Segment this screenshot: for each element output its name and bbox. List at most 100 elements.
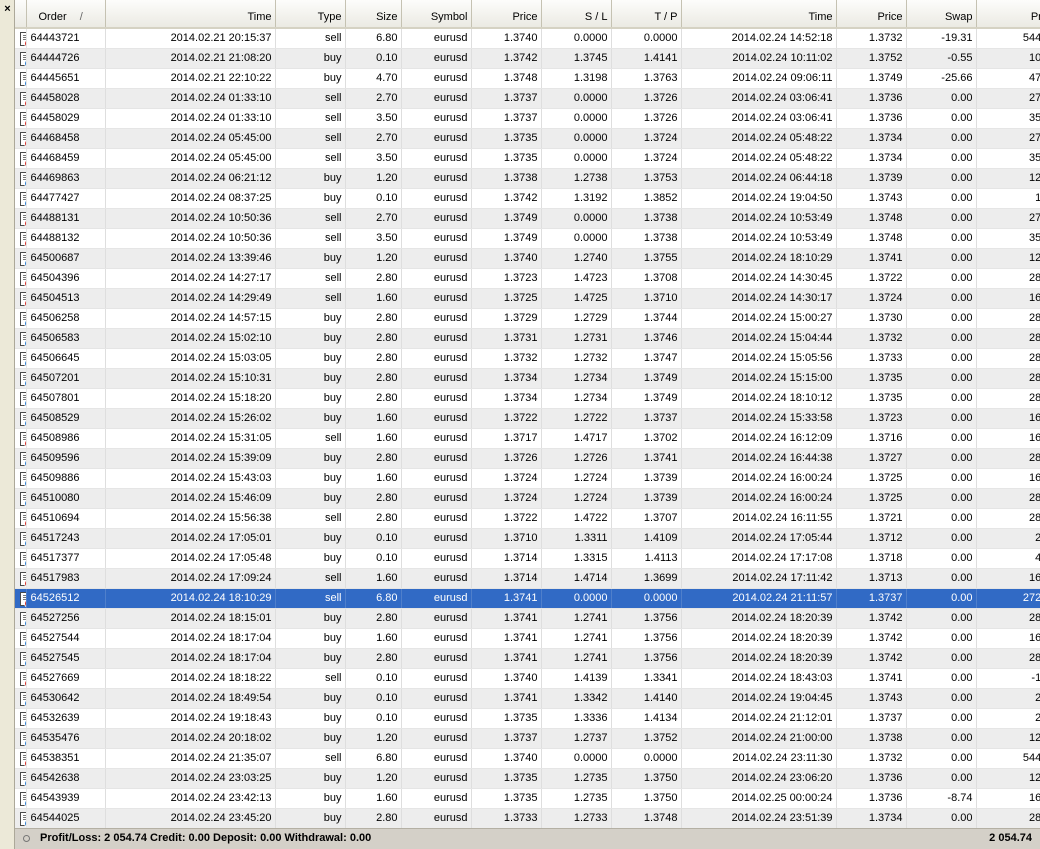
close-icon[interactable]: × xyxy=(2,4,13,15)
table-row[interactable]: 64508986 2014.02.24 15:31:05 sell 1.60 eurus… xyxy=(15,428,1040,449)
type-cell: buy xyxy=(275,448,346,469)
open-time-cell: 2014.02.24 20:18:02 xyxy=(105,728,276,749)
table-row[interactable]: 64458028 2014.02.24 01:33:10 sell 2.70 eurus… xyxy=(15,88,1040,109)
take-profit-cell: 1.3749 xyxy=(611,388,682,409)
row-icon-cell xyxy=(15,408,27,429)
table-row[interactable]: 64517243 2014.02.24 17:05:01 buy 0.10 eurusd… xyxy=(15,528,1040,549)
table-row[interactable]: 64506583 2014.02.24 15:02:10 buy 2.80 eurusd… xyxy=(15,328,1040,349)
open-time-cell: 2014.02.24 18:17:04 xyxy=(105,648,276,669)
summary-text: Profit/Loss: 2 054.74 Credit: 0.00 Depos… xyxy=(40,832,372,844)
table-row[interactable]: 64468459 2014.02.24 05:45:00 sell 3.50 eurus… xyxy=(15,148,1040,169)
take-profit-cell: 1.3852 xyxy=(611,188,682,209)
take-profit-cell: 1.3750 xyxy=(611,788,682,809)
column-header-swap[interactable]: Swap xyxy=(906,0,977,29)
table-row[interactable]: 64507801 2014.02.24 15:18:20 buy 2.80 eurusd… xyxy=(15,388,1040,409)
symbol-cell: eurusd xyxy=(401,288,472,309)
table-row[interactable]: 64504396 2014.02.24 14:27:17 sell 2.80 eurus… xyxy=(15,268,1040,289)
type-cell: sell xyxy=(275,28,346,49)
table-row[interactable]: 64510080 2014.02.24 15:46:09 buy 2.80 eurusd… xyxy=(15,488,1040,509)
close-time-cell: 2014.02.24 03:06:41 xyxy=(681,108,837,129)
order-cell: 64510694 xyxy=(26,508,106,529)
symbol-cell: eurusd xyxy=(401,388,472,409)
table-row[interactable]: 64538351 2014.02.24 21:35:07 sell 6.80 eurus… xyxy=(15,748,1040,769)
symbol-cell: eurusd xyxy=(401,648,472,669)
column-header-symbol[interactable]: Symbol xyxy=(401,0,472,29)
order-ticket-icon xyxy=(20,612,25,627)
table-row[interactable]: 64509596 2014.02.24 15:39:09 buy 2.80 eurusd… xyxy=(15,448,1040,469)
order-cell: 64444726 xyxy=(26,48,106,69)
table-row[interactable]: 64527545 2014.02.24 18:17:04 buy 2.80 eurusd… xyxy=(15,648,1040,669)
order-ticket-icon xyxy=(20,672,25,687)
table-row[interactable]: 64443721 2014.02.21 20:15:37 sell 6.80 eurus… xyxy=(15,28,1040,49)
table-row[interactable]: 64506645 2014.02.24 15:03:05 buy 2.80 eurusd… xyxy=(15,348,1040,369)
size-cell: 2.80 xyxy=(345,388,402,409)
column-header-order[interactable]: Order / xyxy=(26,0,106,29)
table-row[interactable]: 64444726 2014.02.21 21:08:20 buy 0.10 eurusd… xyxy=(15,48,1040,69)
column-header-size[interactable]: Size xyxy=(345,0,402,29)
table-row[interactable]: 64504513 2014.02.24 14:29:49 sell 1.60 eurus… xyxy=(15,288,1040,309)
table-row[interactable]: 64508529 2014.02.24 15:26:02 buy 1.60 eurusd… xyxy=(15,408,1040,429)
row-icon-cell xyxy=(15,488,27,509)
close-time-cell: 2014.02.24 06:44:18 xyxy=(681,168,837,189)
open-price-cell: 1.3710 xyxy=(471,528,542,549)
table-row[interactable]: 64542638 2014.02.24 23:03:25 buy 1.20 eurusd… xyxy=(15,768,1040,789)
order-cell: 64468459 xyxy=(26,148,106,169)
order-ticket-icon xyxy=(20,192,25,207)
table-row[interactable]: 64468458 2014.02.24 05:45:00 sell 2.70 eurus… xyxy=(15,128,1040,149)
column-header-stop-loss[interactable]: S / L xyxy=(541,0,612,29)
table-row[interactable]: 64543939 2014.02.24 23:42:13 buy 1.60 eurusd… xyxy=(15,788,1040,809)
take-profit-cell: 1.3726 xyxy=(611,108,682,129)
table-row[interactable]: 64544025 2014.02.24 23:45:20 buy 2.80 eurusd… xyxy=(15,808,1040,829)
symbol-cell: eurusd xyxy=(401,628,472,649)
take-profit-cell: 1.3737 xyxy=(611,408,682,429)
table-row[interactable]: 64477427 2014.02.24 08:37:25 buy 0.10 eurusd… xyxy=(15,188,1040,209)
column-header-close-price[interactable]: Price xyxy=(836,0,907,29)
table-row[interactable]: 64506258 2014.02.24 14:57:15 buy 2.80 eurusd… xyxy=(15,308,1040,329)
table-row[interactable]: 64527256 2014.02.24 18:15:01 buy 2.80 eurusd… xyxy=(15,608,1040,629)
stop-loss-cell: 1.2726 xyxy=(541,448,612,469)
table-row[interactable]: 64469863 2014.02.24 06:21:12 buy 1.20 eurusd… xyxy=(15,168,1040,189)
table-row[interactable]: 64509886 2014.02.24 15:43:03 buy 1.60 eurusd… xyxy=(15,468,1040,489)
close-price-cell: 1.3730 xyxy=(836,308,907,329)
column-header-profit[interactable]: Profit xyxy=(976,0,1040,29)
column-header-take-profit[interactable]: T / P xyxy=(611,0,682,29)
table-row[interactable]: 64530642 2014.02.24 18:49:54 buy 0.10 eurusd… xyxy=(15,688,1040,709)
table-row[interactable]: 64527669 2014.02.24 18:18:22 sell 0.10 eurus… xyxy=(15,668,1040,689)
table-row[interactable]: 64510694 2014.02.24 15:56:38 sell 2.80 eurus… xyxy=(15,508,1040,529)
profit-cell: 16.00 xyxy=(976,428,1040,449)
open-price-cell: 1.3735 xyxy=(471,788,542,809)
column-header-open-price[interactable]: Price xyxy=(471,0,542,29)
swap-cell: 0.00 xyxy=(906,228,977,249)
column-header-type[interactable]: Type xyxy=(275,0,346,29)
column-header-open-time[interactable]: Time xyxy=(105,0,276,29)
swap-cell: 0.00 xyxy=(906,108,977,129)
table-row[interactable]: 64488131 2014.02.24 10:50:36 sell 2.70 eurus… xyxy=(15,208,1040,229)
table-row[interactable]: 64535476 2014.02.24 20:18:02 buy 1.20 eurusd… xyxy=(15,728,1040,749)
table-row[interactable]: 64458029 2014.02.24 01:33:10 sell 3.50 eurus… xyxy=(15,108,1040,129)
table-row[interactable]: 64532639 2014.02.24 19:18:43 buy 0.10 eurusd… xyxy=(15,708,1040,729)
table-row[interactable]: 64445651 2014.02.21 22:10:22 buy 4.70 eurusd… xyxy=(15,68,1040,89)
table-row[interactable]: 64526512 2014.02.24 18:10:29 sell 6.80 eurus… xyxy=(15,588,1040,609)
table-row[interactable]: 64507201 2014.02.24 15:10:31 buy 2.80 eurusd… xyxy=(15,368,1040,389)
close-time-cell: 2014.02.24 17:05:44 xyxy=(681,528,837,549)
open-price-cell: 1.3737 xyxy=(471,88,542,109)
order-cell: 64508529 xyxy=(26,408,106,429)
profit-cell: 47.00 xyxy=(976,68,1040,89)
table-row[interactable]: 64500687 2014.02.24 13:39:46 buy 1.20 eurusd… xyxy=(15,248,1040,269)
table-row[interactable]: 64517377 2014.02.24 17:05:48 buy 0.10 eurusd… xyxy=(15,548,1040,569)
table-row[interactable]: 64488132 2014.02.24 10:50:36 sell 3.50 eurus… xyxy=(15,228,1040,249)
open-time-cell: 2014.02.24 23:03:25 xyxy=(105,768,276,789)
type-cell: buy xyxy=(275,808,346,829)
order-cell: 64530642 xyxy=(26,688,106,709)
row-icon-cell xyxy=(15,628,27,649)
take-profit-cell: 1.3738 xyxy=(611,228,682,249)
column-header-close-time[interactable]: Time xyxy=(681,0,837,29)
close-price-cell: 1.3733 xyxy=(836,348,907,369)
table-row[interactable]: 64517983 2014.02.24 17:09:24 sell 1.60 eurus… xyxy=(15,568,1040,589)
symbol-cell: eurusd xyxy=(401,208,472,229)
order-cell: 64527669 xyxy=(26,668,106,689)
table-row[interactable]: 64527544 2014.02.24 18:17:04 buy 1.60 eurusd… xyxy=(15,628,1040,649)
open-time-cell: 2014.02.21 22:10:22 xyxy=(105,68,276,89)
take-profit-cell: 1.3726 xyxy=(611,88,682,109)
order-ticket-icon xyxy=(20,572,25,587)
